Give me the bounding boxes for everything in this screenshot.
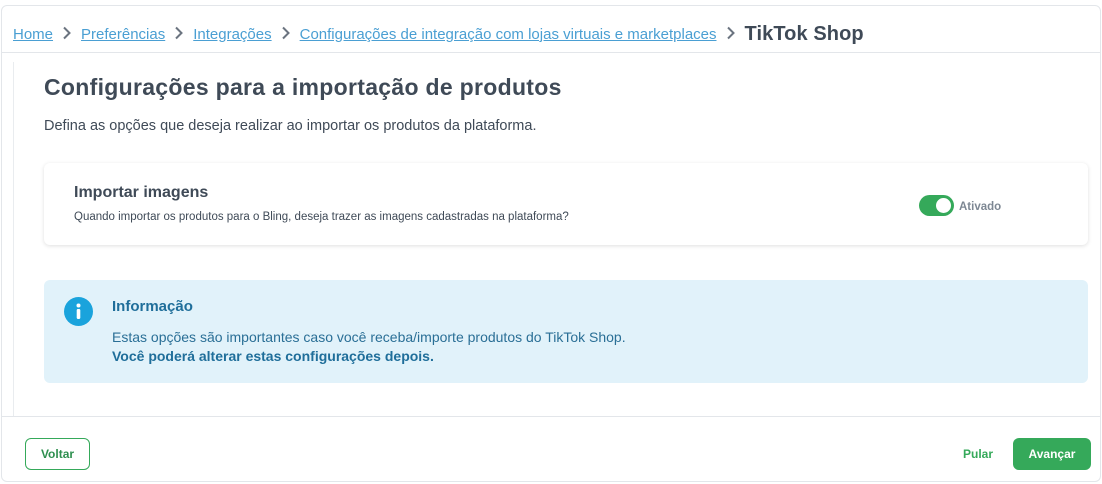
page-subtitle: Defina as opções que deseja realizar ao … (44, 118, 537, 134)
breadcrumb-preferences-link[interactable]: Preferências (81, 26, 165, 43)
back-button[interactable]: Voltar (25, 438, 90, 470)
chevron-right-icon (726, 26, 736, 40)
toggle-status-label: Ativado (959, 201, 1002, 213)
import-images-description: Quando importar os produtos para o Bling… (74, 211, 569, 223)
breadcrumb-integration-settings-link[interactable]: Configurações de integração com lojas vi… (300, 26, 717, 43)
skip-button[interactable]: Pular (954, 438, 1002, 470)
import-images-title: Importar imagens (74, 184, 209, 201)
breadcrumb-home-link[interactable]: Home (13, 26, 53, 43)
next-button[interactable]: Avançar (1013, 438, 1091, 470)
import-images-card: Importar imagens Quando importar os prod… (44, 163, 1088, 245)
breadcrumb-current: TikTok Shop (744, 22, 864, 45)
header-divider (1, 52, 1101, 53)
info-title: Informação (112, 298, 193, 315)
info-text: Estas opções são importantes caso você r… (112, 329, 626, 345)
breadcrumb: Home Preferências Integrações Configuraç… (13, 20, 864, 48)
chevron-right-icon (62, 26, 72, 40)
info-box: Informação Estas opções são importantes … (44, 280, 1088, 383)
info-text-bold: Você poderá alterar estas configurações … (112, 348, 434, 364)
import-images-toggle[interactable] (919, 195, 954, 216)
toggle-knob (936, 198, 951, 213)
info-icon (64, 297, 93, 326)
chevron-right-icon (174, 26, 184, 40)
chevron-right-icon (281, 26, 291, 40)
footer-divider (1, 416, 1101, 417)
breadcrumb-integrations-link[interactable]: Integrações (193, 26, 271, 43)
page-title: Configurações para a importação de produ… (44, 74, 562, 100)
